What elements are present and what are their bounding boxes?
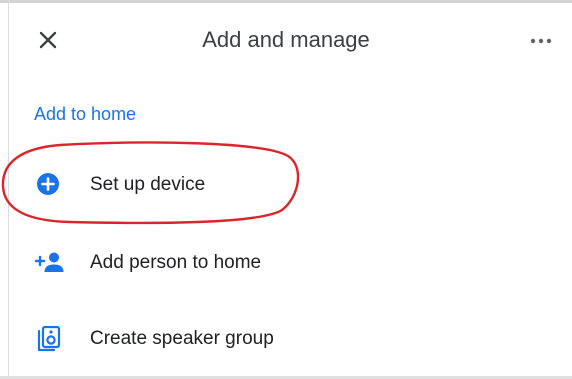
add-person-label: Add person to home xyxy=(90,252,262,273)
add-circle-icon xyxy=(34,172,62,196)
create-speaker-group-item[interactable]: Create speaker group xyxy=(20,314,540,362)
more-horizontal-icon xyxy=(530,38,552,44)
top-divider xyxy=(0,0,572,3)
set-up-device-item[interactable]: Set up device xyxy=(20,160,540,208)
page-title: Add and manage xyxy=(202,27,370,52)
section-heading: Add to home xyxy=(34,104,137,124)
add-and-manage-screen: Add and manage Add to home Set up device xyxy=(0,0,572,379)
more-options-button[interactable] xyxy=(526,28,556,52)
person-add-icon xyxy=(34,250,64,274)
left-divider xyxy=(8,0,9,379)
create-speaker-group-label: Create speaker group xyxy=(90,328,274,349)
speaker-group-icon xyxy=(34,325,62,352)
set-up-device-label: Set up device xyxy=(90,174,206,195)
add-person-item[interactable]: Add person to home xyxy=(20,238,540,286)
